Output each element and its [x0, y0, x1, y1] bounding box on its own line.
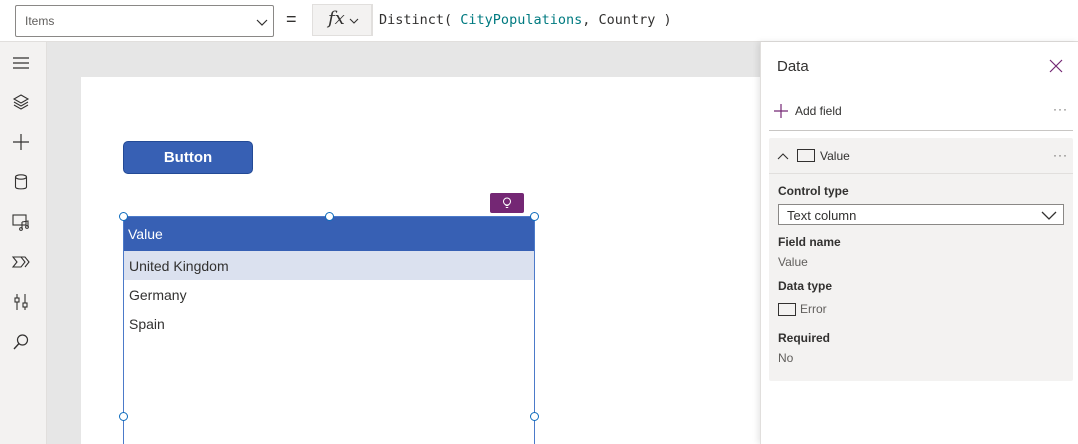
formula-bar: Items = fx Distinct( CityPopulations, Co…	[0, 0, 1078, 42]
resize-handle-top-right[interactable]	[530, 212, 539, 221]
field-card-header[interactable]: Value ···	[769, 138, 1073, 174]
field-card: Value ··· Control type Text column Field…	[769, 138, 1073, 381]
field-name-value: Value	[778, 255, 808, 269]
hamburger-menu-icon[interactable]	[11, 53, 31, 73]
chevron-down-icon	[349, 18, 359, 24]
formula-source: CityPopulations	[460, 12, 583, 28]
formula-separator: ,	[582, 12, 591, 28]
table-cell: Spain	[129, 316, 165, 332]
table-cell: United Kingdom	[129, 258, 229, 274]
property-dropdown-value: Items	[25, 14, 55, 28]
required-value: No	[778, 351, 794, 365]
data-type-value: Error	[800, 302, 827, 316]
more-options-icon[interactable]: ···	[1053, 102, 1068, 116]
search-icon[interactable]	[11, 332, 31, 352]
data-type-label: Data type	[778, 279, 833, 293]
table-row[interactable]: Spain	[124, 309, 534, 338]
control-type-label: Control type	[778, 184, 849, 198]
data-cylinder-icon[interactable]	[11, 172, 31, 192]
formula-input[interactable]: Distinct( CityPopulations, Country )	[372, 4, 1078, 36]
tools-icon[interactable]	[11, 292, 31, 312]
add-field-button[interactable]: Add field	[773, 101, 842, 121]
table-cell: Germany	[129, 287, 187, 303]
chevron-down-icon	[1041, 211, 1057, 220]
formula-close: )	[663, 12, 672, 28]
control-type-dropdown[interactable]: Text column	[778, 204, 1064, 225]
field-name-label: Field name	[778, 235, 841, 249]
lightbulb-icon	[503, 197, 511, 208]
data-type-value-row: Error	[778, 301, 827, 317]
resize-handle-left[interactable]	[119, 412, 128, 421]
property-dropdown[interactable]: Items	[15, 5, 274, 37]
resize-handle-right[interactable]	[530, 412, 539, 421]
fx-button[interactable]: fx	[312, 4, 372, 36]
resize-handle-top[interactable]	[325, 212, 334, 221]
table-header[interactable]: Value	[124, 217, 534, 251]
layers-icon[interactable]	[11, 92, 31, 112]
data-type-icon	[778, 302, 796, 316]
ideas-button[interactable]	[490, 193, 524, 213]
close-icon[interactable]	[1049, 59, 1063, 73]
table-row[interactable]: United Kingdom	[124, 251, 534, 280]
field-card-name: Value	[820, 149, 850, 163]
resize-handle-top-left[interactable]	[119, 212, 128, 221]
left-rail	[0, 42, 47, 444]
data-table[interactable]: Value United Kingdom Germany Spain	[123, 216, 535, 444]
app-button[interactable]: Button	[123, 141, 253, 174]
formula-function: Distinct(	[379, 12, 453, 28]
column-header-value: Value	[128, 226, 163, 242]
formula-text: Distinct( CityPopulations, Country )	[379, 12, 672, 28]
fx-icon: fx	[328, 8, 345, 29]
chevron-down-icon	[256, 19, 268, 26]
text-field-icon	[797, 149, 815, 162]
insert-plus-icon[interactable]	[11, 132, 31, 152]
control-type-value: Text column	[787, 208, 857, 223]
equals-sign: =	[286, 9, 297, 29]
required-label: Required	[778, 331, 831, 345]
data-panel: Data Add field ··· Value ··· Control typ…	[760, 42, 1078, 444]
divider	[769, 130, 1073, 131]
media-icon[interactable]	[11, 212, 31, 232]
table-row[interactable]: Germany	[124, 280, 534, 309]
field-more-options-icon[interactable]: ···	[1053, 148, 1068, 162]
formula-field: Country	[598, 12, 656, 28]
add-field-label: Add field	[795, 104, 842, 118]
plus-icon	[774, 104, 788, 118]
power-automate-icon[interactable]	[11, 252, 31, 272]
panel-title: Data	[777, 58, 809, 75]
chevron-up-icon[interactable]	[777, 151, 789, 161]
